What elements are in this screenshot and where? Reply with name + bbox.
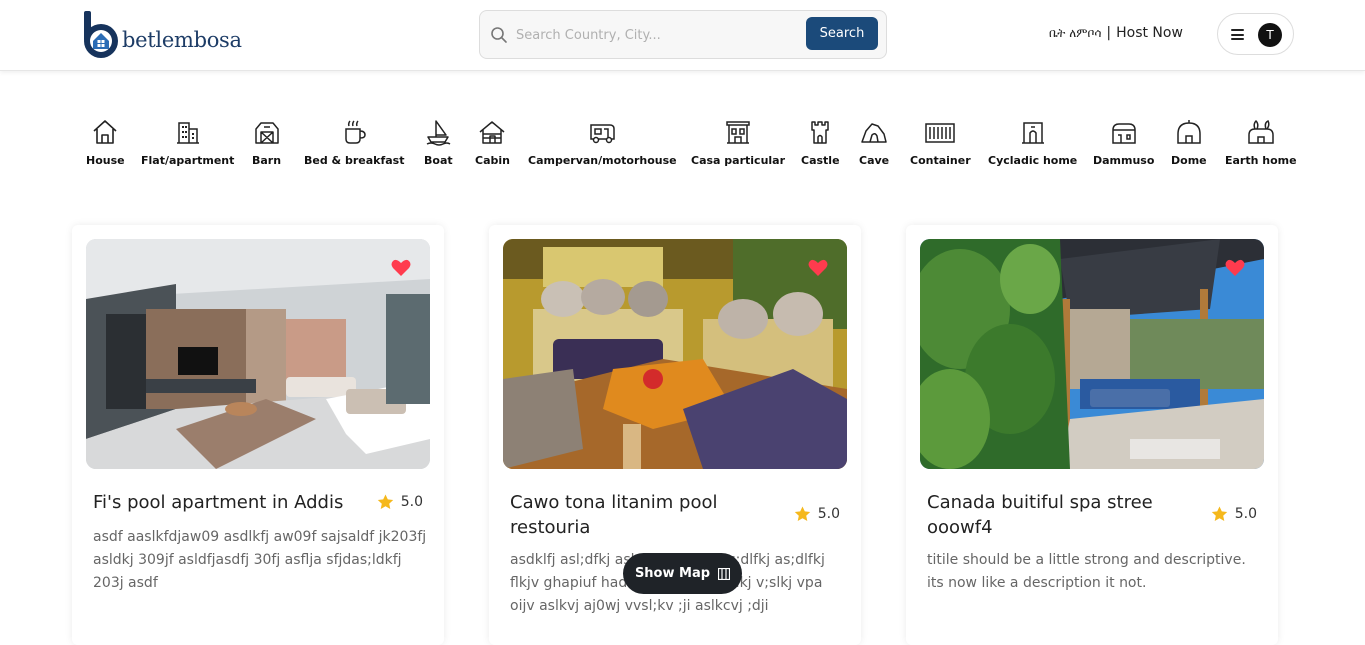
barn-icon [254,122,279,144]
listing-description: titile should be a little strong and des… [927,552,1246,591]
category-label: Campervan/motorhouse [528,154,677,167]
host-now-link[interactable]: Host Now [1116,25,1183,41]
cabin-icon [480,121,505,144]
search-input[interactable] [516,23,796,47]
listing-photo[interactable] [86,239,430,469]
rating-value: 5.0 [817,506,840,522]
house-icon [93,120,117,144]
favorite-heart-icon[interactable] [808,259,828,277]
category-bed-breakfast[interactable]: Bed & breakfast [304,117,404,167]
listing-photo[interactable] [503,239,847,469]
star-icon [377,494,393,509]
category-cabin[interactable]: Cabin [475,117,510,167]
camper-icon [590,124,616,144]
host-links: ቤት ለምቦሳ | Host Now [1049,25,1183,41]
dammuso-icon [1111,123,1136,144]
category-label: Castle [801,154,840,167]
rating-value: 5.0 [400,494,423,510]
cycladic-icon [1021,122,1044,144]
lounge-photo [503,239,847,469]
brand-logo[interactable]: betlembosa [82,11,242,59]
category-label: Casa particular [691,154,786,167]
search-button[interactable]: Search [806,17,878,50]
category-cave[interactable]: Cave [859,117,889,167]
listing-title[interactable]: Canada buitiful spa stree ooowf4 [927,490,1197,540]
category-label: Dome [1171,154,1207,167]
show-map-button[interactable]: Show Map [623,553,742,594]
category-bar: House Flat/apartment Barn Bed & breakfas… [0,117,1365,177]
category-container[interactable]: Container [910,117,971,167]
map-icon [718,567,731,580]
category-casa-particular[interactable]: Casa particular [691,117,785,167]
category-barn[interactable]: Barn [252,117,281,167]
star-icon [1211,506,1227,521]
category-label: Bed & breakfast [304,154,405,167]
hamburger-menu-icon [1231,29,1244,40]
boat-icon [426,120,451,146]
dome-icon [1177,120,1201,144]
star-icon [794,506,810,521]
listing-rating: 5.0 [1211,506,1257,522]
listing-title[interactable]: Fi's pool apartment in Addis [93,490,363,515]
category-label: Cave [859,154,890,167]
user-menu-button[interactable]: T [1217,13,1294,55]
language-link[interactable]: ቤት ለምቦሳ [1049,26,1101,41]
earth-home-icon [1248,119,1274,144]
listing-title[interactable]: Cawo tona litanim pool restouria [510,490,780,540]
cave-icon [861,123,887,143]
rating-value: 5.0 [1234,506,1257,522]
category-earth-home[interactable]: Earth home [1225,117,1297,167]
container-icon [925,123,956,143]
apartment-icon [176,122,199,144]
category-label: Cycladic home [988,154,1078,167]
coffee-cup-icon [345,120,366,144]
category-dome[interactable]: Dome [1171,117,1207,167]
category-label: Container [910,154,971,167]
category-label: House [86,154,125,167]
listing-card[interactable]: Fi's pool apartment in Addis 5.0 asdf aa… [72,225,444,645]
search-icon [491,27,507,43]
listing-description: asdf aaslkfdjaw09 asdlkfj aw09f sajsaldf… [93,529,427,591]
castle-icon [811,121,830,144]
listing-photo[interactable] [920,239,1264,469]
category-boat[interactable]: Boat [424,117,453,167]
category-label: Boat [424,154,453,167]
living-room-photo [86,239,430,469]
category-label: Barn [252,154,282,167]
search-bar: Search [479,10,887,59]
category-flat-apartment[interactable]: Flat/apartment [141,117,234,167]
category-campervan[interactable]: Campervan/motorhouse [528,117,677,167]
listing-rating: 5.0 [794,506,840,522]
favorite-heart-icon[interactable] [391,259,411,277]
top-navbar: betlembosa Search ቤት ለምቦሳ | Host Now T [0,0,1365,71]
link-separator: | [1106,25,1112,41]
category-cycladic-home[interactable]: Cycladic home [988,117,1077,167]
avatar: T [1258,23,1282,47]
listing-rating: 5.0 [377,494,423,510]
brand-name: betlembosa [122,28,242,52]
show-map-label: Show Map [634,566,711,581]
brand-logo-icon [84,11,118,58]
category-label: Cabin [475,154,510,167]
category-label: Flat/apartment [141,154,235,167]
favorite-heart-icon[interactable] [1225,259,1245,277]
category-house[interactable]: House [86,117,125,167]
category-castle[interactable]: Castle [801,117,840,167]
spa-photo [920,239,1264,469]
listing-card[interactable]: Canada buitiful spa stree ooowf4 5.0 tit… [906,225,1278,645]
category-label: Dammuso [1093,154,1155,167]
category-dammuso[interactable]: Dammuso [1093,117,1154,167]
casa-icon [726,121,750,144]
category-label: Earth home [1225,154,1297,167]
